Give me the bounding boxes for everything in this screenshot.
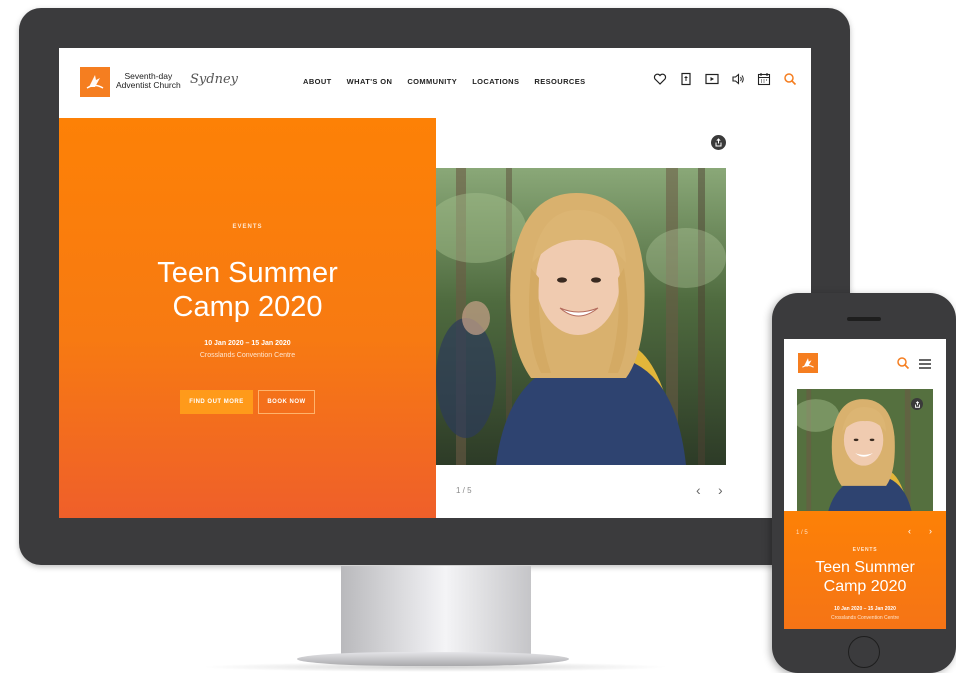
- hero-photo: [436, 168, 726, 465]
- mobile-screen: 1 / 5 ‹ › EVENTS Teen Summer Camp 2020 1…: [784, 339, 946, 629]
- church-name[interactable]: Seventh-day Adventist Church: [116, 72, 181, 90]
- phone-home-button: [848, 636, 880, 668]
- device-mockup-stage: Seventh-day Adventist Church Sydney ABOU…: [0, 0, 956, 673]
- mobile-hero-photo-illustration: [797, 389, 933, 525]
- church-name-line2: Adventist Church: [116, 80, 181, 90]
- mobile-phone: 1 / 5 ‹ › EVENTS Teen Summer Camp 2020 1…: [772, 293, 956, 673]
- nav-item-resources[interactable]: RESOURCES: [534, 77, 585, 86]
- hero-category: EVENTS: [232, 224, 263, 230]
- hero-title-line2: Camp 2020: [172, 291, 323, 323]
- mobile-hero-panel: 1 / 5 ‹ › EVENTS Teen Summer Camp 2020 1…: [784, 511, 946, 629]
- adventist-flame-icon[interactable]: [80, 67, 110, 97]
- share-icon[interactable]: [911, 398, 923, 410]
- mobile-hero-category: EVENTS: [852, 547, 878, 553]
- site-header: Seventh-day Adventist Church Sydney ABOU…: [59, 48, 811, 118]
- desktop-monitor: Seventh-day Adventist Church Sydney ABOU…: [19, 8, 850, 565]
- nav-item-community[interactable]: COMMUNITY: [407, 77, 457, 86]
- chevron-right-icon[interactable]: ›: [718, 482, 723, 498]
- city-wordmark: Sydney: [190, 72, 238, 87]
- search-icon[interactable]: [896, 356, 910, 370]
- heart-icon[interactable]: [653, 72, 667, 86]
- bible-icon[interactable]: [679, 72, 693, 86]
- hero-title: Teen Summer Camp 2020: [59, 256, 436, 324]
- adventist-flame-icon[interactable]: [798, 353, 818, 373]
- find-out-more-button[interactable]: FIND OUT MORE: [180, 390, 253, 414]
- slide-counter: 1 / 5: [456, 486, 472, 495]
- hero-panel: EVENTS Teen Summer Camp 2020 10 Jan 2020…: [59, 118, 436, 518]
- nav-item-locations[interactable]: LOCATIONS: [472, 77, 519, 86]
- hero-date: 10 Jan 2020 – 15 Jan 2020: [204, 340, 291, 347]
- mobile-hero-date: 10 Jan 2020 – 15 Jan 2020: [834, 606, 896, 612]
- hero-image-panel: 1 / 5 ‹ ›: [436, 118, 811, 518]
- mobile-hero-venue: Crosslands Convention Centre: [830, 615, 900, 621]
- mobile-hero-title-line2: Camp 2020: [823, 578, 907, 595]
- desktop-screen: Seventh-day Adventist Church Sydney ABOU…: [59, 48, 811, 518]
- calendar-icon[interactable]: [757, 72, 771, 86]
- chevron-left-icon[interactable]: ‹: [696, 482, 701, 498]
- audio-speaker-icon[interactable]: [731, 72, 745, 86]
- nav-item-whats-on[interactable]: WHAT'S ON: [347, 77, 393, 86]
- hamburger-menu-icon[interactable]: [918, 357, 932, 369]
- hero-photo-illustration: [436, 168, 726, 465]
- mobile-hero-title-line1: Teen Summer: [815, 559, 915, 576]
- mobile-hero-photo: [797, 389, 933, 525]
- search-icon[interactable]: [783, 72, 797, 86]
- monitor-stand-neck: [341, 566, 531, 658]
- header-icon-bar: [653, 72, 797, 86]
- chevron-right-icon[interactable]: ›: [929, 526, 932, 536]
- phone-speaker: [847, 317, 881, 321]
- mobile-hero-title: Teen Summer Camp 2020: [784, 558, 946, 596]
- share-icon[interactable]: [711, 135, 726, 150]
- hero-venue: Crosslands Convention Centre: [199, 352, 296, 359]
- chevron-left-icon[interactable]: ‹: [908, 526, 911, 536]
- monitor-stand-base: [297, 652, 569, 666]
- book-now-button[interactable]: BOOK NOW: [258, 390, 315, 414]
- mobile-slide-counter: 1 / 5: [796, 530, 808, 536]
- video-play-icon[interactable]: [705, 72, 719, 86]
- hero-title-line1: Teen Summer: [157, 257, 338, 289]
- nav-item-about[interactable]: ABOUT: [303, 77, 332, 86]
- main-nav: ABOUT WHAT'S ON COMMUNITY LOCATIONS RESO…: [303, 77, 586, 86]
